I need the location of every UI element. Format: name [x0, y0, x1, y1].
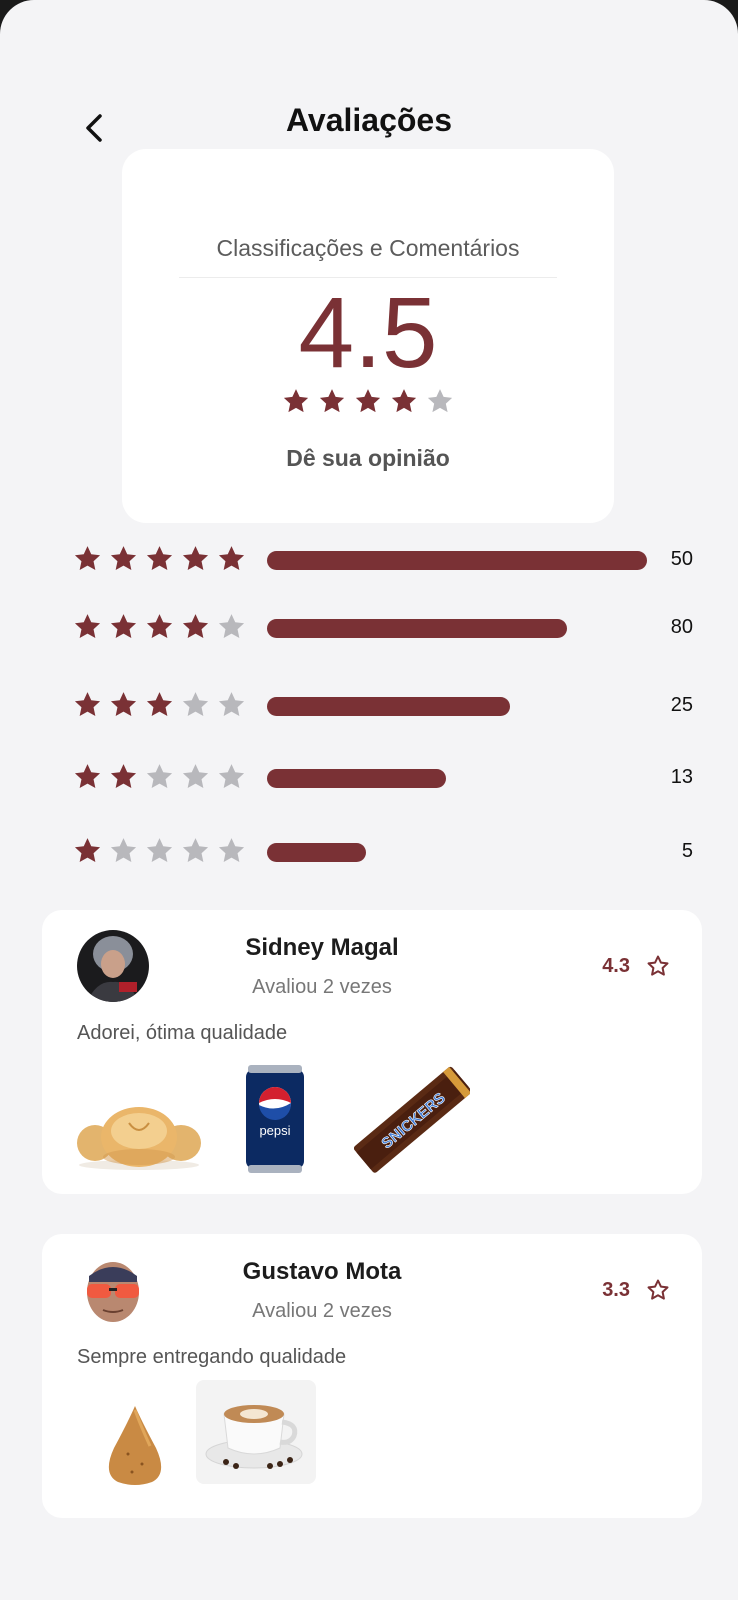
- avatar: [77, 1254, 149, 1326]
- star-outline-icon[interactable]: [646, 1278, 670, 1302]
- rating-count: 13: [670, 766, 693, 788]
- rating-breakdown-row: 80: [73, 610, 693, 646]
- row-stars: [73, 836, 246, 865]
- rating-bar-fill: [267, 843, 366, 862]
- rating-count: 25: [670, 694, 693, 716]
- rating-breakdown-row: 5: [73, 834, 693, 870]
- give-opinion-button[interactable]: Dê sua opinião: [122, 445, 614, 472]
- screen: Avaliações Classificações e Comentários …: [0, 0, 738, 1600]
- star-filled-icon: [145, 544, 174, 573]
- star-empty-icon: [181, 690, 210, 719]
- row-stars: [73, 690, 246, 719]
- rating-bar-fill: [267, 769, 446, 788]
- review-rating: 4.3: [602, 954, 670, 978]
- rating-count: 50: [670, 548, 693, 570]
- row-stars: [73, 612, 246, 641]
- star-filled-icon: [145, 612, 174, 641]
- cappuccino-image: [196, 1380, 316, 1484]
- rating-bar-fill: [267, 697, 511, 716]
- star-filled-icon: [181, 612, 210, 641]
- rating-bar: [267, 697, 647, 716]
- rating-bar: [267, 551, 647, 570]
- star-empty-icon: [145, 836, 174, 865]
- row-stars: [73, 544, 246, 573]
- average-score: 4.5: [298, 277, 438, 389]
- pao-de-queijo-image: [77, 1085, 201, 1175]
- pepsi-can-image: pepsi: [244, 1063, 306, 1175]
- review-rating: 3.3: [602, 1278, 670, 1302]
- star-filled-icon: [73, 612, 102, 641]
- star-filled-icon: [217, 544, 246, 573]
- review-text: Adorei, ótima qualidade: [77, 1022, 288, 1044]
- snickers-bar-image: SNICKERS: [353, 1063, 472, 1175]
- avatar: [77, 930, 149, 1002]
- rating-breakdown-row: 50: [73, 542, 693, 578]
- star-empty-icon: [217, 762, 246, 791]
- rating-bar: [267, 619, 647, 638]
- star-filled-icon: [109, 612, 138, 641]
- star-filled-icon: [181, 544, 210, 573]
- rating-bar: [267, 769, 647, 788]
- rating-bar-fill: [267, 551, 647, 570]
- star-filled-icon: [109, 544, 138, 573]
- row-stars: [73, 762, 246, 791]
- star-filled-icon: [109, 690, 138, 719]
- star-filled-icon: [318, 387, 346, 415]
- rating-summary-card: Classificações e Comentários 4.5 Dê sua …: [122, 149, 614, 523]
- rating-count: 80: [670, 616, 693, 638]
- review-card: Sidney Magal Avaliou 2 vezes 4.3 Adorei,…: [42, 910, 702, 1194]
- star-filled-icon: [145, 690, 174, 719]
- review-card: Gustavo Mota Avaliou 2 vezes 3.3 Sempre …: [42, 1234, 702, 1518]
- star-empty-icon: [181, 836, 210, 865]
- rating-bar-fill: [267, 619, 568, 638]
- star-empty-icon: [181, 762, 210, 791]
- star-filled-icon: [73, 690, 102, 719]
- rating-bar: [267, 843, 647, 862]
- review-text: Sempre entregando qualidade: [77, 1346, 347, 1368]
- coxinha-image: [102, 1402, 168, 1486]
- star-filled-icon: [109, 762, 138, 791]
- rating-breakdown-row: 13: [73, 760, 693, 796]
- star-filled-icon: [390, 387, 418, 415]
- review-count: Avaliou 2 vezes: [252, 1300, 392, 1322]
- star-filled-icon: [282, 387, 310, 415]
- star-filled-icon: [73, 836, 102, 865]
- star-filled-icon: [73, 544, 102, 573]
- star-empty-icon: [109, 836, 138, 865]
- rating-count: 5: [681, 840, 693, 862]
- reviewer-name: Sidney Magal: [245, 934, 399, 961]
- star-empty-icon: [145, 762, 174, 791]
- star-empty-icon: [217, 612, 246, 641]
- page-title: Avaliações: [285, 102, 453, 138]
- star-filled-icon: [73, 762, 102, 791]
- star-empty-icon: [217, 690, 246, 719]
- star-empty-icon: [426, 387, 454, 415]
- svg-text:pepsi: pepsi: [259, 1123, 290, 1138]
- review-count: Avaliou 2 vezes: [252, 976, 392, 998]
- star-filled-icon: [354, 387, 382, 415]
- summary-heading: Classificações e Comentários: [216, 235, 520, 261]
- star-empty-icon: [217, 836, 246, 865]
- rating-breakdown-row: 25: [73, 688, 693, 724]
- review-rating-value: 3.3: [602, 1278, 630, 1301]
- average-stars: [122, 387, 614, 415]
- star-outline-icon[interactable]: [646, 954, 670, 978]
- review-rating-value: 4.3: [602, 954, 630, 977]
- reviewer-name: Gustavo Mota: [242, 1258, 402, 1285]
